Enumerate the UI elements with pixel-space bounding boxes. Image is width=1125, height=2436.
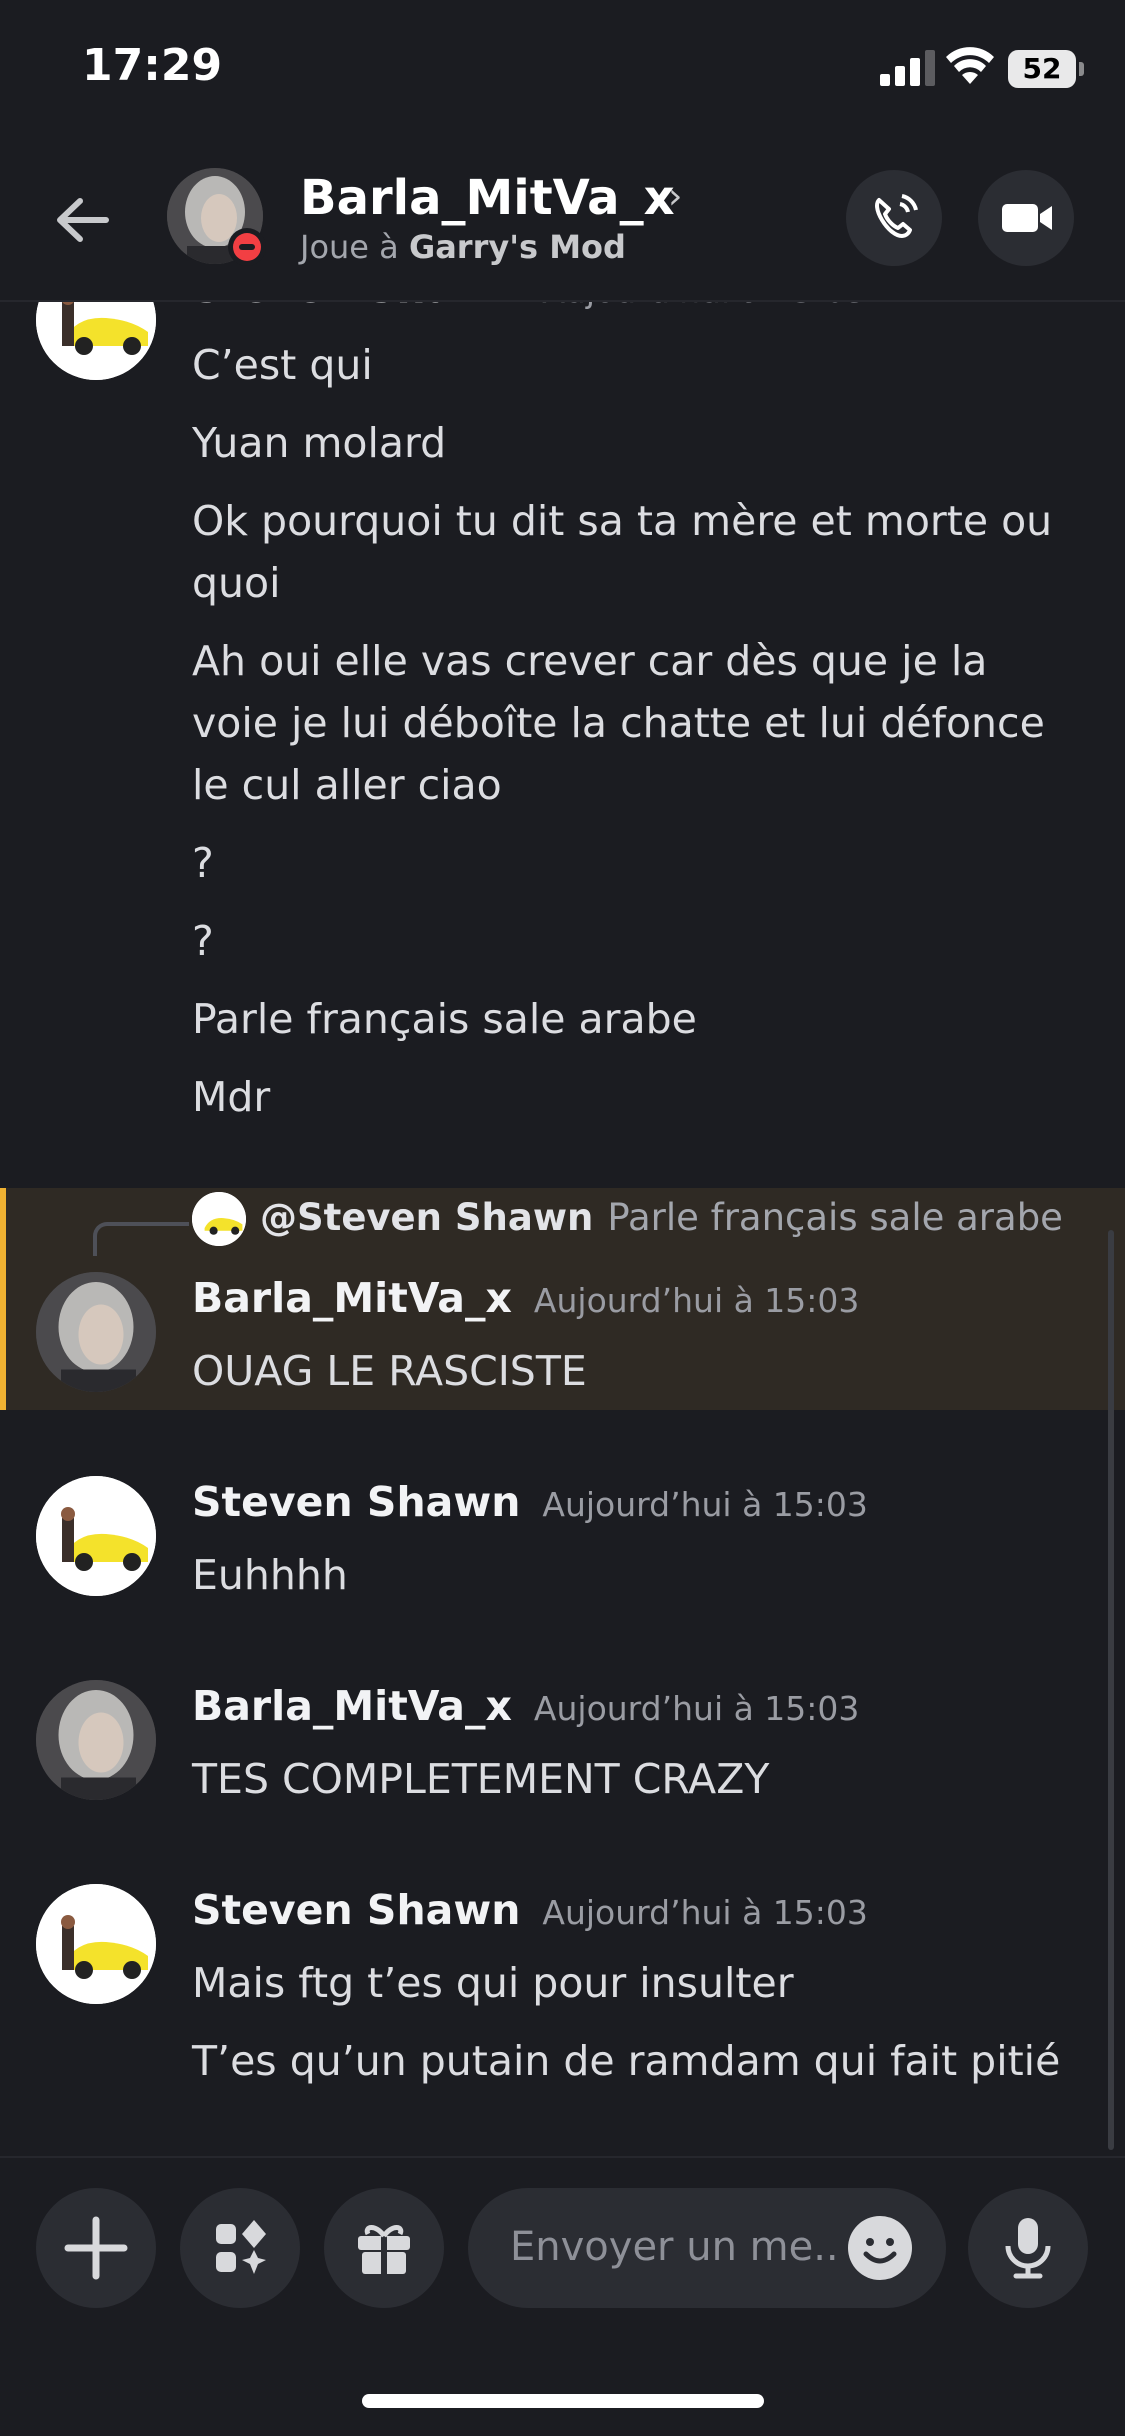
car-avatar-image: [36, 1476, 156, 1596]
message-text[interactable]: Yuan molard: [192, 412, 1072, 474]
dm-header: Barla_MitVa_x › Joue à Garry's Mod: [0, 150, 1125, 302]
activity-prefix: Joue à: [300, 228, 399, 266]
author-name[interactable]: Steven Shawn: [192, 1886, 520, 1934]
message-text[interactable]: ?: [192, 832, 1072, 894]
reply-preview[interactable]: @Steven Shawn Parle français sale arabe: [260, 1196, 1063, 1239]
message-text[interactable]: OUAG LE RASCISTE: [192, 1340, 1072, 1402]
message-input-placeholder: Envoyer un me..: [510, 2224, 839, 2270]
message-timestamp: Aujourd’hui à 15:03: [533, 1281, 860, 1320]
grey-haired-woman-avatar-image: [36, 1680, 156, 1800]
message-text[interactable]: Mdr: [192, 1066, 1072, 1128]
message-list[interactable]: Steven ShawnAujourd'hui à 15:03 C’est qu…: [0, 290, 1125, 2158]
message-timestamp: Aujourd’hui à 15:03: [533, 1689, 860, 1728]
message-author[interactable]: Barla_MitVa_x Aujourd’hui à 15:03: [192, 1682, 859, 1730]
car-avatar-image: [36, 290, 156, 380]
battery-level: 52: [1008, 50, 1076, 88]
message-text[interactable]: T’es qu’un putain de ramdam qui fait pit…: [192, 2030, 1072, 2092]
reply-snippet: Parle français sale arabe: [607, 1196, 1063, 1239]
gift-icon: [358, 2225, 410, 2274]
car-avatar-image: [192, 1192, 246, 1246]
car-avatar-image: [36, 1884, 156, 2004]
plus-icon: [64, 2216, 128, 2280]
message-text[interactable]: Ok pourquoi tu dit sa ta mère et morte o…: [192, 490, 1072, 614]
wifi-icon: [946, 47, 994, 84]
battery-tip: [1079, 62, 1084, 76]
message-text[interactable]: Euhhhh: [192, 1544, 1072, 1606]
video-call-button[interactable]: [978, 170, 1074, 266]
avatar[interactable]: [36, 1884, 156, 2004]
scrollbar[interactable]: [1108, 1230, 1114, 2150]
message-author[interactable]: Barla_MitVa_x Aujourd’hui à 15:03: [192, 1274, 859, 1322]
author-name[interactable]: Barla_MitVa_x: [192, 1682, 512, 1730]
gift-button[interactable]: [324, 2188, 444, 2308]
avatar[interactable]: [36, 1476, 156, 1596]
back-arrow-icon[interactable]: [52, 190, 112, 250]
voice-call-button[interactable]: [846, 170, 942, 266]
message-text[interactable]: C’est qui: [192, 334, 1072, 396]
clock: 17:29: [82, 40, 223, 91]
avatar[interactable]: [36, 1680, 156, 1800]
apps-button[interactable]: [180, 2188, 300, 2308]
message-timestamp: Aujourd’hui à 15:03: [542, 1893, 868, 1932]
cellular-signal-icon: [880, 50, 935, 86]
grey-haired-woman-avatar-image: [36, 1272, 156, 1392]
battery-indicator: 52: [1008, 50, 1084, 88]
message-text[interactable]: TES COMPLETEMENT CRAZY: [192, 1748, 1072, 1810]
chevron-right-icon[interactable]: ›: [668, 176, 682, 217]
activity-game: Garry's Mod: [408, 228, 626, 266]
reply-avatar: [192, 1192, 246, 1246]
message-text[interactable]: Mais ftg t’es qui pour insulter: [192, 1952, 1072, 2014]
message-author[interactable]: Steven Shawn Aujourd’hui à 15:03: [192, 1886, 868, 1934]
message-author[interactable]: Steven Shawn Aujourd’hui à 15:03: [192, 1478, 868, 1526]
status-bar: 17:29 52: [0, 0, 1125, 140]
avatar[interactable]: [36, 290, 156, 380]
activity-status: Joue à Garry's Mod: [300, 228, 626, 266]
video-icon: [1002, 204, 1052, 232]
voice-message-button[interactable]: [968, 2188, 1088, 2308]
author-name[interactable]: Steven Shawn: [192, 1478, 520, 1526]
home-indicator[interactable]: [362, 2394, 764, 2408]
dm-user-name[interactable]: Barla_MitVa_x: [300, 170, 675, 226]
reply-connector: [93, 1222, 189, 1256]
message-text[interactable]: Ah oui elle vas crever car dès que je la…: [192, 630, 1072, 816]
message-timestamp: Aujourd’hui à 15:03: [542, 1485, 868, 1524]
avatar[interactable]: [36, 1272, 156, 1392]
message-input[interactable]: Envoyer un me..: [468, 2188, 946, 2308]
do-not-disturb-status-icon: [228, 228, 266, 266]
reply-mention[interactable]: @Steven Shawn: [260, 1196, 593, 1239]
message-text[interactable]: Parle français sale arabe: [192, 988, 1072, 1050]
add-attachment-button[interactable]: [36, 2188, 156, 2308]
phone-icon: [875, 194, 918, 238]
emoji-icon[interactable]: [846, 2214, 914, 2282]
microphone-icon: [1005, 2218, 1051, 2279]
apps-icon: [216, 2220, 266, 2274]
author-name[interactable]: Barla_MitVa_x: [192, 1274, 512, 1322]
message-text[interactable]: ?: [192, 910, 1072, 972]
